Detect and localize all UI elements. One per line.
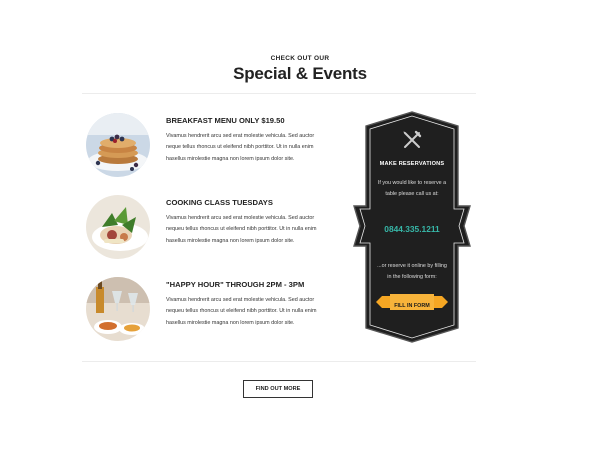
event-image-salad[interactable] xyxy=(86,195,150,259)
event-description: Vivamus hendrerit arcu sed erat molestie… xyxy=(166,133,315,162)
fill-in-form-button[interactable]: FILL IN FORM xyxy=(352,303,472,309)
event-title: COOKING CLASS TUESDAYS xyxy=(166,198,273,207)
event-image-drinks[interactable] xyxy=(86,277,150,341)
event-title: "HAPPY HOUR" THROUGH 2PM - 3PM xyxy=(166,280,305,289)
fork-knife-icon xyxy=(403,130,422,148)
section-eyebrow: CHECK OUT OUR xyxy=(270,55,330,62)
section-title: Special & Events xyxy=(233,64,367,83)
event-title: BREAKFAST MENU ONLY $19.50 xyxy=(166,116,285,125)
event-description: Vivamus hendrerit arcu sed erat molestie… xyxy=(166,297,317,326)
event-item: "HAPPY HOUR" THROUGH 2PM - 3PM Vivamus h… xyxy=(86,277,326,347)
event-item: COOKING CLASS TUESDAYS Vivamus hendrerit… xyxy=(86,195,326,265)
divider-bottom xyxy=(82,361,476,362)
event-description: Vivamus hendrerit arcu sed erat molestie… xyxy=(166,215,317,244)
event-item: BREAKFAST MENU ONLY $19.50 Vivamus hendr… xyxy=(86,113,326,183)
divider-top xyxy=(82,93,476,94)
event-image-pancakes[interactable] xyxy=(86,113,150,177)
find-out-more-button[interactable]: FIND OUT MORE xyxy=(243,380,313,398)
